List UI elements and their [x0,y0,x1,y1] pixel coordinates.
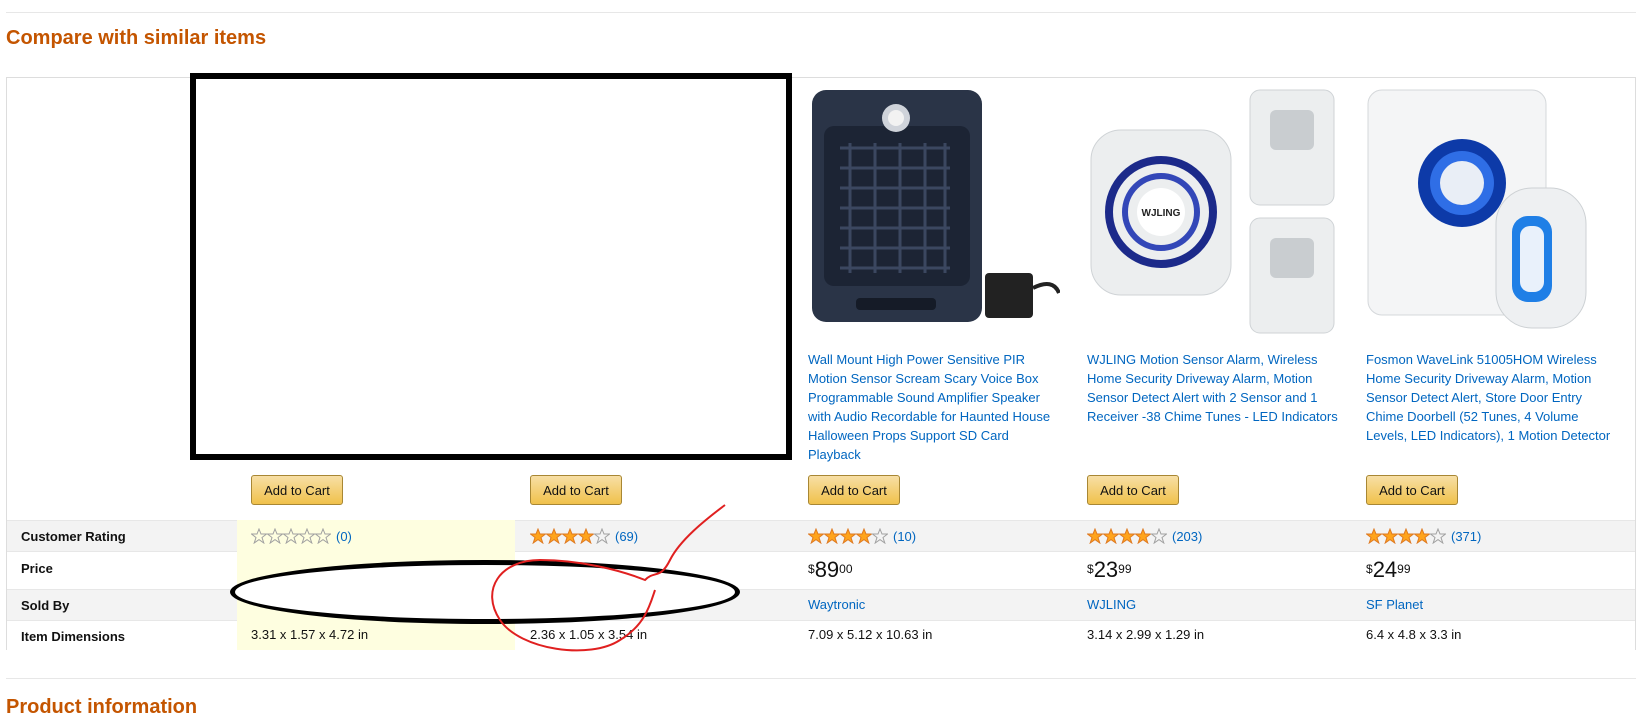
price-value: $8900 [808,558,853,582]
star-rating-icon[interactable] [251,528,331,544]
product-image-wjling[interactable]: WJLING [1087,88,1337,338]
star-rating-icon[interactable] [808,528,888,544]
rating-cell: (0) [251,528,352,544]
redaction-box [190,73,792,460]
rating-count-link[interactable]: (0) [336,529,352,544]
seller-link[interactable]: Waytronic [808,597,865,612]
row-label-price: Price [21,561,53,576]
compare-page: Compare with similar items Customer Rati… [0,0,1636,726]
rating-cell: (203) [1087,528,1202,544]
add-to-cart-button[interactable]: Add to Cart [1087,475,1179,505]
price-fraction: 00 [839,562,853,576]
rating-cell: (10) [808,528,916,544]
price-whole: 24 [1372,557,1398,582]
rating-count-link[interactable]: (371) [1451,529,1481,544]
row-label-sold-by: Sold By [21,598,70,613]
star-rating-icon[interactable] [1366,528,1446,544]
row-label-rating: Customer Rating [21,529,126,544]
seller-link[interactable]: SF Planet [1366,597,1423,612]
row-label-dimensions: Item Dimensions [21,629,126,644]
rating-cell: (371) [1366,528,1481,544]
add-to-cart-button[interactable]: Add to Cart [251,475,343,505]
seller-link[interactable]: WJLING [1087,597,1136,612]
rating-count-link[interactable]: (10) [893,529,916,544]
currency-symbol: $ [1087,562,1094,576]
product-title-fosmon[interactable]: Fosmon WaveLink 51005HOM Wireless Home S… [1366,350,1621,445]
price-whole: 23 [1093,557,1119,582]
add-to-cart-button[interactable]: Add to Cart [1366,475,1458,505]
compare-section-title: Compare with similar items [6,27,267,49]
currency-symbol: $ [1366,562,1373,576]
price-whole: 89 [814,557,840,582]
product-information-title: Product information [6,696,198,718]
red-scribble-annotation [491,504,726,652]
dimensions-value: 3.14 x 2.99 x 1.29 in [1087,627,1205,642]
product-title-wjling[interactable]: WJLING Motion Sensor Alarm, Wireless Hom… [1087,350,1342,426]
dimensions-value: 3.31 x 1.57 x 4.72 in [251,627,369,642]
price-value: $2399 [1087,558,1132,582]
svg-text:WJLING: WJLING [1142,208,1181,219]
product-image-speaker[interactable] [810,88,1061,338]
price-value: $2499 [1366,558,1411,582]
product-image-fosmon[interactable] [1366,88,1616,338]
star-rating-icon[interactable] [1087,528,1167,544]
add-to-cart-button[interactable]: Add to Cart [808,475,900,505]
currency-symbol: $ [808,562,815,576]
product-title-speaker[interactable]: Wall Mount High Power Sensitive PIR Moti… [808,350,1063,464]
rating-count-link[interactable]: (203) [1172,529,1202,544]
top-divider [6,12,1636,13]
dimensions-value: 7.09 x 5.12 x 10.63 in [808,627,933,642]
price-fraction: 99 [1397,562,1411,576]
dimensions-value: 6.4 x 4.8 x 3.3 in [1366,627,1462,642]
bottom-divider [6,678,1636,679]
price-fraction: 99 [1118,562,1132,576]
